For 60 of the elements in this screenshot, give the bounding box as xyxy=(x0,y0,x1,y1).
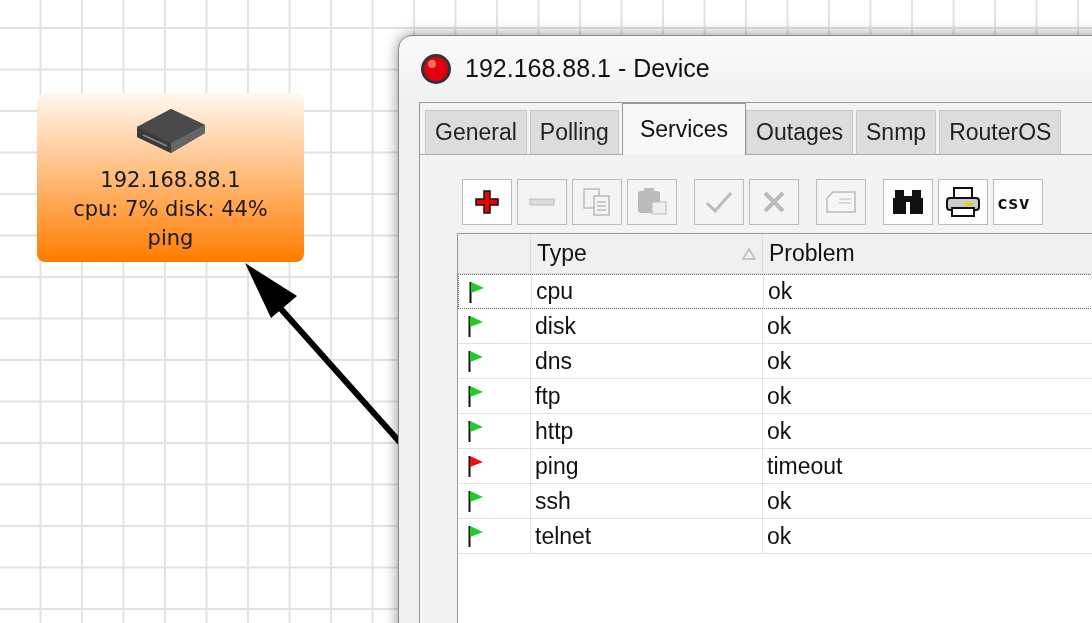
check-icon xyxy=(705,191,733,213)
service-type: http xyxy=(535,416,574,446)
flag-icon xyxy=(468,350,484,372)
tab[interactable]: Services xyxy=(621,103,747,155)
window-title: 192.168.88.1 - Device xyxy=(465,53,710,85)
copy-icon xyxy=(582,187,612,217)
csv-button[interactable]: csv xyxy=(993,179,1043,225)
printer-icon xyxy=(945,186,981,218)
service-type: dns xyxy=(535,346,573,376)
service-type: ssh xyxy=(535,486,571,516)
node-address: 192.168.88.1 xyxy=(100,167,241,194)
service-problem: ok xyxy=(768,277,793,307)
tab[interactable]: Polling xyxy=(529,110,619,154)
column-header[interactable]: Problem xyxy=(763,234,1053,273)
service-problem: ok xyxy=(767,416,792,446)
service-type: telnet xyxy=(535,521,592,551)
node-stats: cpu: 7% disk: 44% xyxy=(73,196,268,223)
tab[interactable]: RouterOS xyxy=(939,110,1062,154)
plus-icon xyxy=(475,190,499,214)
service-problem: ok xyxy=(767,486,792,516)
flag-icon xyxy=(468,385,484,407)
node-problem: ping xyxy=(147,225,194,252)
minus-icon xyxy=(529,198,555,206)
tab[interactable]: Outages xyxy=(746,110,854,154)
add-button[interactable] xyxy=(462,179,512,225)
service-type: disk xyxy=(535,311,576,341)
service-row[interactable]: dns ok xyxy=(458,344,1092,379)
service-row[interactable]: cpu ok xyxy=(458,274,1092,309)
service-problem: ok xyxy=(767,311,792,341)
flag-icon xyxy=(468,490,484,512)
flag-icon xyxy=(468,525,484,547)
service-problem: ok xyxy=(767,346,792,376)
flag-icon xyxy=(468,455,484,477)
service-type: ftp xyxy=(535,381,561,411)
status-light-icon xyxy=(419,52,453,86)
flag-icon xyxy=(469,280,485,303)
print-button[interactable] xyxy=(938,179,988,225)
service-problem: ok xyxy=(767,381,792,411)
service-row[interactable]: ssh ok xyxy=(458,484,1092,519)
service-row[interactable]: ftp ok xyxy=(458,379,1092,414)
column-header[interactable]: Type xyxy=(531,234,763,273)
tab[interactable]: General xyxy=(425,110,527,154)
service-type: cpu xyxy=(536,277,574,307)
device-node[interactable]: 192.168.88.1 cpu: 7% disk: 44% ping xyxy=(37,93,304,262)
service-row[interactable]: disk ok xyxy=(458,309,1092,344)
service-row[interactable]: telnet ok xyxy=(458,519,1092,554)
service-row[interactable]: http ok xyxy=(458,414,1092,449)
flag-icon xyxy=(468,420,484,442)
cross-icon xyxy=(762,190,786,214)
binoculars-icon xyxy=(892,188,924,216)
find-button[interactable] xyxy=(883,179,933,225)
service-problem: ok xyxy=(767,521,792,551)
service-problem: timeout xyxy=(767,451,843,481)
service-type: ping xyxy=(535,451,579,481)
flag-icon xyxy=(468,315,484,337)
sort-ascending-icon xyxy=(742,247,756,260)
service-row[interactable]: ping timeout xyxy=(458,449,1092,484)
paste-icon xyxy=(636,187,668,217)
tab[interactable]: Snmp xyxy=(856,110,937,154)
note-icon xyxy=(825,190,857,214)
